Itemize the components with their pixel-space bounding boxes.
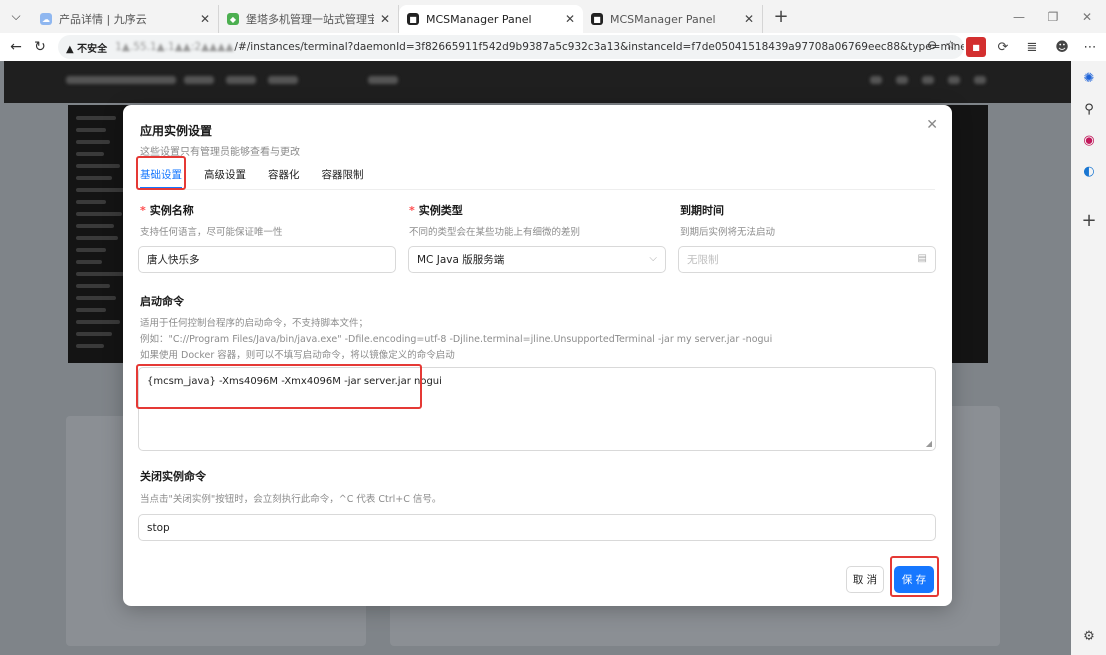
terminal-log-line — [76, 200, 106, 204]
cloud-favicon-icon: ☁ — [40, 13, 52, 25]
instance-name-value: 唐人快乐多 — [147, 254, 200, 266]
close-tab-icon[interactable]: ✕ — [380, 12, 390, 26]
favorites-icon[interactable]: ≣ — [1022, 37, 1042, 57]
terminal-log-line — [76, 248, 106, 252]
terminal-log-line — [76, 116, 116, 120]
browser-tab-title: 堡塔多机管理一站式管理宝塔面板 — [246, 13, 374, 26]
app-top-nav — [4, 61, 1071, 103]
sync-icon[interactable]: ⟳ — [993, 37, 1013, 57]
start-command-desc-line3: 如果使用 Docker 容器，则可以不填写启动命令，将以镜像定义的命令启动 — [140, 350, 455, 361]
start-command-desc-line1: 适用于任何控制台程序的启动命令，不支持脚本文件； — [140, 318, 369, 329]
resize-handle-icon[interactable]: ◢ — [926, 439, 932, 448]
copilot-icon[interactable]: ✺ — [1079, 68, 1099, 88]
cancel-button[interactable]: 取 消 — [846, 566, 884, 593]
instance-name-desc: 支持任何语言，尽可能保证唯一性 — [140, 227, 283, 238]
terminal-log-line — [76, 332, 112, 336]
browser-tab-title: MCSManager Panel — [610, 12, 716, 26]
close-tab-icon[interactable]: ✕ — [200, 12, 210, 26]
stop-command-value: stop — [147, 521, 170, 534]
terminal-log-line — [76, 308, 106, 312]
terminal-log-line — [76, 212, 122, 216]
expire-time-placeholder: 无限制 — [687, 254, 719, 266]
terminal-log-line — [76, 272, 124, 276]
browser-tab-strip: ⌵ ☁ 产品详情 | 九序云 ✕ ◆ 堡塔多机管理一站式管理宝塔面板 ✕ ■ M… — [0, 0, 1106, 33]
tab-divider — [140, 189, 935, 190]
terminal-log-line — [76, 152, 104, 156]
instance-name-input[interactable]: 唐人快乐多 — [138, 246, 396, 273]
more-options-icon[interactable]: ⋯ — [1080, 37, 1100, 57]
minimize-icon[interactable]: — — [1002, 0, 1036, 33]
shopping-icon[interactable]: ◉ — [1079, 130, 1099, 150]
profile-avatar-icon[interactable]: ☻ — [1052, 37, 1072, 57]
close-modal-icon[interactable]: ✕ — [926, 117, 938, 133]
stop-command-input[interactable]: stop — [138, 514, 936, 541]
tools-icon[interactable]: ◐ — [1079, 161, 1099, 181]
terminal-log-line — [76, 320, 120, 324]
start-command-label: 启动命令 — [140, 295, 184, 308]
browser-tab-mcsmanager[interactable]: ■ MCSManager Panel ✕ — [583, 5, 763, 33]
address-bar[interactable]: ▲ 不安全 1▲.55.1▲.1▲▲:2▲▲▲▲ /#/instances/te… — [58, 35, 964, 59]
browser-sidebar — [1071, 61, 1106, 655]
address-toolbar: ← ↻ ▲ 不安全 1▲.55.1▲.1▲▲:2▲▲▲▲ /#/instance… — [0, 33, 1106, 61]
expire-time-desc: 到期后实例将无法启动 — [680, 227, 776, 238]
stop-command-desc: 当点击"关闭实例"按钮时，会立刻执行此命令，^C 代表 Ctrl+C 信号。 — [140, 494, 442, 505]
expire-time-label: 到期时间 — [680, 204, 724, 217]
browser-tab-baota[interactable]: ◆ 堡塔多机管理一站式管理宝塔面板 ✕ — [219, 5, 399, 33]
browser-tab-mcsmanager-active[interactable]: ■ MCSManager Panel ✕ — [399, 5, 583, 33]
reload-icon[interactable]: ↻ — [28, 35, 52, 59]
highlight-box-save — [890, 556, 939, 597]
tab-containerization[interactable]: 容器化 — [268, 163, 300, 189]
not-secure-label[interactable]: ▲ 不安全 — [66, 40, 107, 55]
tab-container-limits[interactable]: 容器限制 — [322, 163, 364, 189]
instance-name-label: * 实例名称 — [140, 204, 194, 217]
tab-actions-menu-icon[interactable]: ⌵ — [0, 0, 32, 33]
browser-tab-title: 产品详情 | 九序云 — [59, 13, 147, 26]
terminal-log-line — [76, 344, 104, 348]
search-icon[interactable]: ⚲ — [1079, 99, 1099, 119]
stop-command-label: 关闭实例命令 — [140, 470, 206, 483]
instance-type-value: MC Java 版服务端 — [417, 254, 505, 266]
mcsm-favicon-icon: ■ — [591, 13, 603, 25]
highlight-box-basic-tab — [136, 156, 186, 190]
close-tab-icon[interactable]: ✕ — [565, 12, 575, 26]
modal-title: 应用实例设置 — [140, 124, 213, 138]
instance-type-desc: 不同的类型会在某些功能上有细微的差别 — [409, 227, 581, 238]
terminal-log-line — [76, 128, 106, 132]
shield-favicon-icon: ◆ — [227, 13, 239, 25]
instance-type-label: * 实例类型 — [409, 204, 463, 217]
restore-icon[interactable]: ❐ — [1036, 0, 1070, 33]
expire-time-picker[interactable]: 无限制 ▤ — [678, 246, 936, 273]
zoom-icon[interactable]: ⊖ — [927, 38, 937, 52]
start-command-desc-line2: 例如："C://Program Files/Java/bin/java.exe"… — [140, 334, 773, 345]
terminal-log-line — [76, 164, 120, 168]
terminal-log-line — [76, 296, 116, 300]
instance-settings-modal: ✕ 应用实例设置 这些设置只有管理员能够查看与更改 基础设置 高级设置 容器化 … — [123, 105, 952, 606]
terminal-log-line — [76, 140, 110, 144]
url-path: /#/instances/terminal?daemonId=3f8266591… — [234, 41, 964, 53]
add-sidebar-icon[interactable]: + — [1079, 210, 1099, 231]
terminal-log-line — [76, 260, 102, 264]
tab-advanced-settings[interactable]: 高级设置 — [204, 163, 246, 189]
terminal-log-line — [76, 284, 110, 288]
highlight-box-start-command — [136, 364, 422, 409]
settings-gear-icon[interactable]: ⚙ — [1079, 626, 1099, 646]
url-host: 1▲.55.1▲.1▲▲:2▲▲▲▲ — [115, 41, 234, 53]
browser-tab-product-details[interactable]: ☁ 产品详情 | 九序云 ✕ — [32, 5, 219, 33]
extension-icon[interactable]: ■ — [966, 37, 986, 57]
chevron-down-icon: ⌵ — [649, 253, 657, 264]
close-tab-icon[interactable]: ✕ — [744, 12, 754, 26]
terminal-log-line — [76, 236, 118, 240]
close-window-icon[interactable]: ✕ — [1070, 0, 1104, 33]
browser-tab-title: MCSManager Panel — [426, 12, 532, 26]
calendar-icon: ▤ — [917, 253, 927, 264]
terminal-log-line — [76, 224, 114, 228]
new-tab-icon[interactable]: + — [767, 3, 795, 31]
terminal-log-line — [76, 188, 128, 192]
back-arrow-icon[interactable]: ← — [4, 35, 28, 59]
mcsm-favicon-icon: ■ — [407, 13, 419, 25]
instance-type-select[interactable]: MC Java 版服务端 ⌵ — [408, 246, 666, 273]
favorite-star-icon[interactable]: ☆ — [945, 38, 956, 52]
terminal-log-line — [76, 176, 112, 180]
